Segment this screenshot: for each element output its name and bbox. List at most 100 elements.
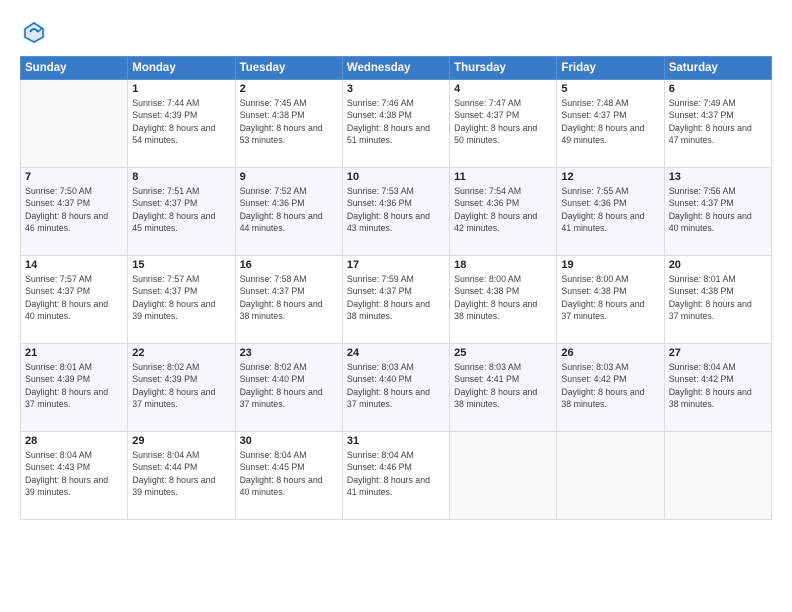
calendar-week-row: 1 Sunrise: 7:44 AM Sunset: 4:39 PM Dayli… <box>21 80 772 168</box>
sunrise-text: Sunrise: 8:04 AM <box>240 449 338 461</box>
calendar-cell: 16 Sunrise: 7:58 AM Sunset: 4:37 PM Dayl… <box>235 256 342 344</box>
calendar-cell: 24 Sunrise: 8:03 AM Sunset: 4:40 PM Dayl… <box>342 344 449 432</box>
sunset-text: Sunset: 4:39 PM <box>132 109 230 121</box>
sunrise-text: Sunrise: 7:51 AM <box>132 185 230 197</box>
sunrise-text: Sunrise: 7:54 AM <box>454 185 552 197</box>
day-number: 8 <box>132 171 230 183</box>
sunset-text: Sunset: 4:43 PM <box>25 461 123 473</box>
sunrise-text: Sunrise: 7:49 AM <box>669 97 767 109</box>
sunset-text: Sunset: 4:37 PM <box>25 285 123 297</box>
sunrise-text: Sunrise: 8:01 AM <box>669 273 767 285</box>
daylight-text: Daylight: 8 hours and39 minutes. <box>132 298 230 323</box>
day-number: 25 <box>454 347 552 359</box>
daylight-text: Daylight: 8 hours and47 minutes. <box>669 122 767 147</box>
sunrise-text: Sunrise: 8:04 AM <box>132 449 230 461</box>
day-number: 15 <box>132 259 230 271</box>
sunset-text: Sunset: 4:38 PM <box>454 285 552 297</box>
sunrise-text: Sunrise: 7:45 AM <box>240 97 338 109</box>
weekday-header-saturday: Saturday <box>664 57 771 80</box>
day-number: 30 <box>240 435 338 447</box>
sunrise-text: Sunrise: 7:55 AM <box>561 185 659 197</box>
calendar-table: SundayMondayTuesdayWednesdayThursdayFrid… <box>20 56 772 520</box>
cell-info: Sunrise: 8:00 AM Sunset: 4:38 PM Dayligh… <box>454 273 552 322</box>
calendar-week-row: 21 Sunrise: 8:01 AM Sunset: 4:39 PM Dayl… <box>21 344 772 432</box>
cell-info: Sunrise: 7:46 AM Sunset: 4:38 PM Dayligh… <box>347 97 445 146</box>
calendar-cell <box>664 432 771 520</box>
calendar-cell: 14 Sunrise: 7:57 AM Sunset: 4:37 PM Dayl… <box>21 256 128 344</box>
day-number: 10 <box>347 171 445 183</box>
day-number: 3 <box>347 83 445 95</box>
sunrise-text: Sunrise: 8:00 AM <box>561 273 659 285</box>
cell-info: Sunrise: 8:01 AM Sunset: 4:38 PM Dayligh… <box>669 273 767 322</box>
day-number: 17 <box>347 259 445 271</box>
sunrise-text: Sunrise: 7:59 AM <box>347 273 445 285</box>
cell-info: Sunrise: 7:53 AM Sunset: 4:36 PM Dayligh… <box>347 185 445 234</box>
page: SundayMondayTuesdayWednesdayThursdayFrid… <box>0 0 792 612</box>
daylight-text: Daylight: 8 hours and37 minutes. <box>347 386 445 411</box>
calendar-cell: 17 Sunrise: 7:59 AM Sunset: 4:37 PM Dayl… <box>342 256 449 344</box>
sunset-text: Sunset: 4:38 PM <box>240 109 338 121</box>
sunrise-text: Sunrise: 8:02 AM <box>132 361 230 373</box>
cell-info: Sunrise: 7:54 AM Sunset: 4:36 PM Dayligh… <box>454 185 552 234</box>
header <box>20 18 772 46</box>
cell-info: Sunrise: 8:04 AM Sunset: 4:44 PM Dayligh… <box>132 449 230 498</box>
weekday-header-tuesday: Tuesday <box>235 57 342 80</box>
sunrise-text: Sunrise: 8:04 AM <box>347 449 445 461</box>
sunset-text: Sunset: 4:38 PM <box>669 285 767 297</box>
day-number: 7 <box>25 171 123 183</box>
day-number: 14 <box>25 259 123 271</box>
sunset-text: Sunset: 4:39 PM <box>132 373 230 385</box>
cell-info: Sunrise: 8:03 AM Sunset: 4:41 PM Dayligh… <box>454 361 552 410</box>
calendar-cell: 5 Sunrise: 7:48 AM Sunset: 4:37 PM Dayli… <box>557 80 664 168</box>
day-number: 5 <box>561 83 659 95</box>
daylight-text: Daylight: 8 hours and38 minutes. <box>347 298 445 323</box>
day-number: 28 <box>25 435 123 447</box>
calendar-cell: 19 Sunrise: 8:00 AM Sunset: 4:38 PM Dayl… <box>557 256 664 344</box>
daylight-text: Daylight: 8 hours and46 minutes. <box>25 210 123 235</box>
calendar-cell: 20 Sunrise: 8:01 AM Sunset: 4:38 PM Dayl… <box>664 256 771 344</box>
sunrise-text: Sunrise: 7:46 AM <box>347 97 445 109</box>
day-number: 4 <box>454 83 552 95</box>
weekday-header-sunday: Sunday <box>21 57 128 80</box>
sunset-text: Sunset: 4:42 PM <box>669 373 767 385</box>
sunrise-text: Sunrise: 7:53 AM <box>347 185 445 197</box>
sunset-text: Sunset: 4:38 PM <box>561 285 659 297</box>
sunrise-text: Sunrise: 8:04 AM <box>25 449 123 461</box>
daylight-text: Daylight: 8 hours and42 minutes. <box>454 210 552 235</box>
cell-info: Sunrise: 7:57 AM Sunset: 4:37 PM Dayligh… <box>132 273 230 322</box>
calendar-cell: 27 Sunrise: 8:04 AM Sunset: 4:42 PM Dayl… <box>664 344 771 432</box>
calendar-cell: 30 Sunrise: 8:04 AM Sunset: 4:45 PM Dayl… <box>235 432 342 520</box>
sunset-text: Sunset: 4:41 PM <box>454 373 552 385</box>
sunrise-text: Sunrise: 7:57 AM <box>132 273 230 285</box>
calendar-cell: 18 Sunrise: 8:00 AM Sunset: 4:38 PM Dayl… <box>450 256 557 344</box>
day-number: 13 <box>669 171 767 183</box>
sunset-text: Sunset: 4:37 PM <box>669 109 767 121</box>
calendar-cell: 3 Sunrise: 7:46 AM Sunset: 4:38 PM Dayli… <box>342 80 449 168</box>
daylight-text: Daylight: 8 hours and37 minutes. <box>132 386 230 411</box>
calendar-cell: 11 Sunrise: 7:54 AM Sunset: 4:36 PM Dayl… <box>450 168 557 256</box>
calendar-cell <box>450 432 557 520</box>
calendar-header-row: SundayMondayTuesdayWednesdayThursdayFrid… <box>21 57 772 80</box>
day-number: 6 <box>669 83 767 95</box>
calendar-cell: 21 Sunrise: 8:01 AM Sunset: 4:39 PM Dayl… <box>21 344 128 432</box>
sunset-text: Sunset: 4:37 PM <box>561 109 659 121</box>
weekday-header-friday: Friday <box>557 57 664 80</box>
day-number: 26 <box>561 347 659 359</box>
daylight-text: Daylight: 8 hours and38 minutes. <box>454 298 552 323</box>
calendar-cell: 13 Sunrise: 7:56 AM Sunset: 4:37 PM Dayl… <box>664 168 771 256</box>
sunset-text: Sunset: 4:37 PM <box>132 197 230 209</box>
sunrise-text: Sunrise: 7:44 AM <box>132 97 230 109</box>
cell-info: Sunrise: 7:48 AM Sunset: 4:37 PM Dayligh… <box>561 97 659 146</box>
sunset-text: Sunset: 4:42 PM <box>561 373 659 385</box>
sunrise-text: Sunrise: 7:47 AM <box>454 97 552 109</box>
sunrise-text: Sunrise: 8:03 AM <box>347 361 445 373</box>
sunset-text: Sunset: 4:36 PM <box>561 197 659 209</box>
sunrise-text: Sunrise: 7:48 AM <box>561 97 659 109</box>
calendar-cell: 31 Sunrise: 8:04 AM Sunset: 4:46 PM Dayl… <box>342 432 449 520</box>
cell-info: Sunrise: 7:58 AM Sunset: 4:37 PM Dayligh… <box>240 273 338 322</box>
sunrise-text: Sunrise: 7:52 AM <box>240 185 338 197</box>
sunrise-text: Sunrise: 8:03 AM <box>454 361 552 373</box>
daylight-text: Daylight: 8 hours and49 minutes. <box>561 122 659 147</box>
logo-icon <box>20 18 48 46</box>
sunset-text: Sunset: 4:45 PM <box>240 461 338 473</box>
